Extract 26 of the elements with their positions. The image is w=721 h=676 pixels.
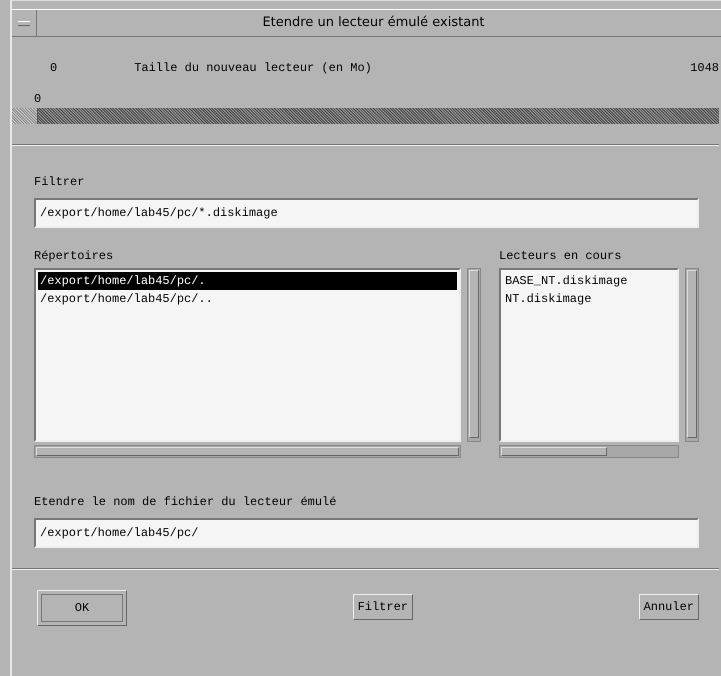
dialog-button[interactable]: Filtrer [352, 594, 413, 620]
directories-label: Répertoires [34, 248, 114, 264]
filename-label: Etendre le nom de fichier du lecteur émulé [34, 494, 338, 510]
drive-item[interactable]: NT.diskimage [503, 290, 675, 308]
filename-field[interactable]: /export/home/lab45/pc/ [34, 518, 699, 548]
vertical-scrollbar[interactable] [685, 268, 699, 442]
filter-label: Filtrer [34, 174, 86, 190]
slider-thumb[interactable] [12, 108, 38, 124]
horizontal-scrollbar[interactable] [499, 445, 679, 458]
drive-item[interactable]: BASE_NT.diskimage [503, 272, 675, 290]
filter-field[interactable]: /export/home/lab45/pc/*.diskimage [34, 198, 699, 228]
horizontal-scrollbar[interactable] [34, 445, 461, 458]
slider-max-label: 1048 [690, 61, 719, 77]
drives-list[interactable]: BASE_NT.diskimage NT.diskimage [499, 268, 679, 442]
dialog-button[interactable]: Annuler [638, 594, 699, 620]
slider-value: 0 [34, 92, 42, 106]
vertical-scrollbar[interactable] [467, 268, 481, 442]
window-title: Etendre un lecteur émulé existant [261, 14, 486, 32]
slider-label: Taille du nouveau lecteur (en Mo) [134, 61, 372, 77]
size-slider[interactable] [12, 108, 719, 124]
directory-item[interactable]: /export/home/lab45/pc/. [38, 272, 457, 290]
slider-min-label: 0 [50, 61, 58, 77]
drives-label: Lecteurs en cours [499, 248, 622, 264]
directory-item[interactable]: /export/home/lab45/pc/.. [38, 290, 457, 308]
dialog-button[interactable]: OK [37, 590, 127, 626]
directories-list[interactable]: /export/home/lab45/pc/. /export/home/lab45/pc/.. [34, 268, 461, 442]
